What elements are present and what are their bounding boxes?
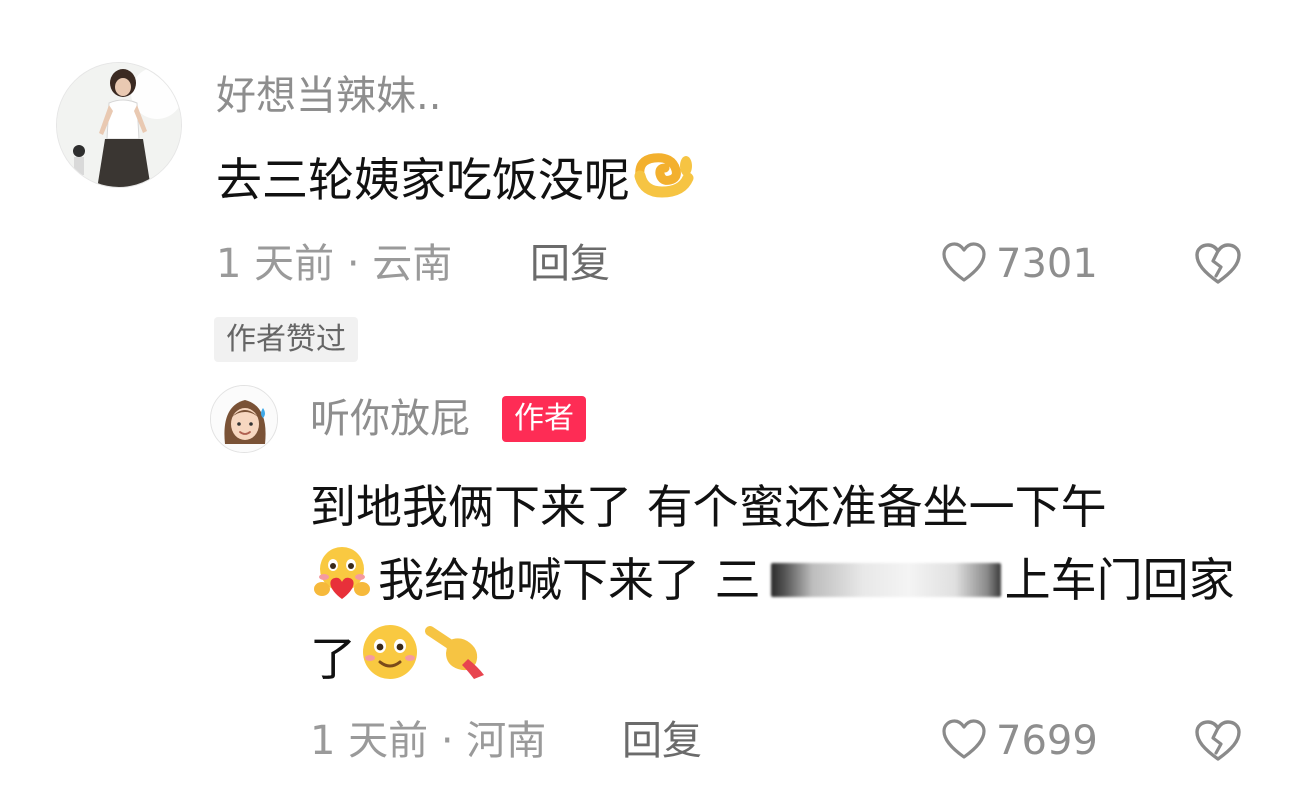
author-liked-badge: 作者赞过: [214, 317, 358, 362]
like-button[interactable]: 7301: [940, 238, 1098, 290]
reply-dislike-button[interactable]: [1192, 717, 1244, 767]
reply-reply-button[interactable]: 回复: [622, 715, 702, 767]
hook-hand-emoji-icon: [632, 148, 694, 212]
reply-like-count: 7699: [996, 718, 1098, 764]
smiling-face-emoji-icon: [358, 620, 422, 698]
like-count: 7301: [996, 241, 1098, 287]
reply-text-segment: 我给她喊下来了 三: [378, 553, 761, 607]
replier-username[interactable]: 听你放屁: [310, 393, 470, 445]
heart-outline-icon: [940, 717, 988, 765]
comment-text: 去三轮姨家吃饭没呢: [216, 148, 694, 212]
reply-text-segment: 到地我俩下来了 有个蜜还准备坐一下午: [310, 480, 1107, 534]
comment-time-location: 1 天前 · 云南: [216, 241, 453, 287]
replier-avatar[interactable]: [210, 385, 278, 453]
commenter-avatar[interactable]: [56, 62, 182, 188]
author-tag: 作者: [502, 396, 586, 442]
redaction-bar: [770, 563, 1001, 597]
pointing-finger-emoji-icon: [424, 621, 494, 697]
reply-text-line-1: 到地我俩下来了 有个蜜还准备坐一下午: [310, 475, 1107, 539]
heart-hug-emoji-icon: [310, 543, 374, 617]
reply-like-button[interactable]: 7699: [940, 715, 1098, 767]
dislike-button[interactable]: [1192, 240, 1244, 290]
broken-heart-icon: [1192, 243, 1244, 290]
comment-text-body: 去三轮姨家吃饭没呢: [216, 153, 630, 207]
reply-text-line-3: 了: [310, 620, 494, 698]
reply-button[interactable]: 回复: [530, 238, 610, 290]
broken-heart-icon: [1192, 720, 1244, 767]
reply-time-location: 1 天前 · 河南: [310, 718, 547, 764]
heart-outline-icon: [940, 240, 988, 288]
reply-text-segment: 了: [310, 632, 356, 686]
reply-text-line-2: 我给她喊下来了 三 上车门回家: [310, 543, 1235, 617]
commenter-username[interactable]: 好想当辣妹..: [216, 70, 441, 122]
reply-text-segment: 上车门回家: [1004, 553, 1235, 607]
